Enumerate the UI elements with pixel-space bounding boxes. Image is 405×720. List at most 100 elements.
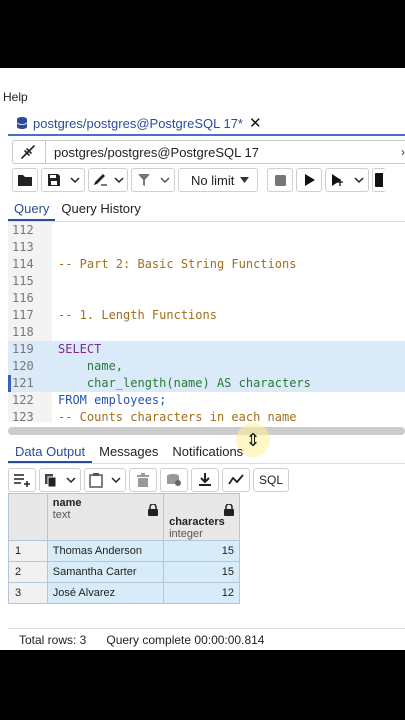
execute-button[interactable] [296, 168, 322, 192]
filter-button[interactable] [131, 168, 175, 192]
editor-line-selected: 120 name, [8, 358, 405, 375]
stop-button[interactable] [267, 168, 293, 192]
line-number: 117 [12, 308, 34, 322]
tab-notifications[interactable]: Notifications [165, 440, 250, 463]
paste-button[interactable] [84, 468, 126, 492]
code-text: name, [58, 359, 124, 373]
download-button[interactable] [191, 468, 219, 492]
sql-button[interactable]: SQL [253, 468, 290, 492]
cell-name[interactable]: José Alvarez [46, 582, 165, 604]
menu-help[interactable]: Help [0, 90, 28, 110]
connection-label: postgres/postgres@PostgreSQL 17 [54, 144, 259, 160]
cell-name[interactable]: Samantha Carter [46, 561, 165, 583]
chevron-right-icon: › [401, 145, 405, 159]
line-number: 113 [12, 240, 34, 254]
copy-button[interactable] [39, 468, 81, 492]
sql-editor[interactable]: 112 113 114 -- Part 2: Basic String Func… [8, 222, 405, 424]
chevron-down-icon [114, 177, 124, 184]
code-text: FROM employees; [58, 393, 167, 407]
total-rows-label: Total rows: 3 [19, 632, 87, 647]
pencil-icon [94, 174, 107, 186]
line-number: 121 [12, 375, 40, 392]
horizontal-scrollbar[interactable] [8, 427, 405, 435]
cell-characters[interactable]: 15 [163, 561, 240, 583]
line-number: 115 [12, 274, 34, 288]
open-file-button[interactable] [12, 168, 38, 192]
line-number: 118 [12, 325, 34, 339]
cell-characters[interactable]: 15 [163, 540, 240, 562]
code-text: char_length(name) AS characters [58, 376, 311, 390]
status-bar: Total rows: 3 Query complete 00:00:00.81… [8, 628, 405, 650]
tab-messages[interactable]: Messages [92, 440, 165, 463]
play-icon [304, 174, 315, 186]
connection-plug-icon [21, 145, 35, 159]
query-tab-bar: postgres/postgres@PostgreSQL 17* ✕ [8, 112, 405, 136]
chevron-down-icon [66, 477, 76, 484]
output-toolbar: SQL [8, 467, 405, 493]
editor-tabs: Query Query History [8, 198, 405, 222]
save-data-icon [167, 474, 181, 486]
delete-row-button[interactable] [129, 468, 157, 492]
cell-characters[interactable]: 12 [163, 582, 240, 604]
database-icon [16, 117, 28, 129]
download-icon [199, 473, 211, 486]
line-number: 112 [12, 223, 34, 237]
query-status-label: Query complete 00:00:00.814 [106, 632, 265, 647]
line-chart-icon [228, 474, 244, 485]
column-header-characters[interactable]: characters integer [163, 493, 240, 541]
row-number[interactable]: 3 [8, 582, 48, 604]
graph-visualiser-button[interactable] [222, 468, 250, 492]
lock-icon [148, 504, 159, 516]
editor-line-selected: 121 char_length(name) AS characters [8, 375, 405, 392]
caret-down-icon [240, 177, 249, 183]
row-limit-select[interactable]: No limit [178, 168, 258, 192]
grid-header-row: name text characters integer [8, 493, 240, 541]
save-icon [47, 174, 60, 186]
row-number[interactable]: 2 [8, 561, 48, 583]
tab-query-history[interactable]: Query History [55, 198, 146, 221]
add-row-button[interactable] [8, 468, 36, 492]
filter-icon [137, 174, 150, 186]
edit-button[interactable] [88, 168, 128, 192]
row-limit-value: No limit [191, 172, 235, 188]
save-file-button[interactable] [41, 168, 85, 192]
editor-line: 116 [8, 290, 405, 307]
close-tab-icon[interactable]: ✕ [249, 114, 262, 132]
add-row-icon [14, 474, 30, 487]
column-type: text [52, 509, 71, 521]
tab-query[interactable]: Query [8, 198, 56, 221]
result-grid: name text characters integer 1 Thomas An… [8, 493, 240, 604]
table-row[interactable]: 3 José Alvarez 12 [8, 582, 240, 604]
tab-data-output[interactable]: Data Output [8, 440, 93, 463]
save-data-button[interactable] [160, 468, 188, 492]
editor-line: 118 [8, 324, 405, 341]
editor-line: 123 -- Counts characters in each name [8, 409, 405, 426]
code-comment: -- Counts characters in each name [58, 410, 297, 424]
table-row[interactable]: 2 Samantha Carter 15 [8, 561, 240, 583]
editor-line: 113 [8, 239, 405, 256]
row-number-header [8, 493, 48, 541]
output-tabs: Data Output Messages Notifications [8, 440, 405, 464]
divider [45, 140, 46, 164]
editor-line: 114 -- Part 2: Basic String Functions [8, 256, 405, 273]
chevron-down-icon [69, 177, 80, 184]
cell-name[interactable]: Thomas Anderson [46, 540, 165, 562]
paste-icon [89, 472, 103, 488]
editor-line: 122 FROM employees; [8, 392, 405, 409]
line-number: 123 [12, 410, 34, 424]
line-number: 122 [12, 393, 34, 407]
row-number[interactable]: 1 [8, 540, 48, 562]
folder-icon [18, 175, 32, 186]
code-comment: -- 1. Length Functions [58, 308, 217, 322]
table-row[interactable]: 1 Thomas Anderson 15 [8, 540, 240, 562]
connection-selector[interactable]: postgres/postgres@PostgreSQL 17 › [12, 140, 405, 164]
query-tab-title[interactable]: postgres/postgres@PostgreSQL 17* [33, 116, 243, 131]
explain-analyze-button[interactable] [372, 168, 386, 192]
line-number: 119 [12, 341, 40, 358]
stop-icon [274, 174, 286, 186]
column-header-name[interactable]: name text [46, 493, 165, 541]
line-number: 116 [12, 291, 34, 305]
column-name: name [52, 497, 82, 509]
line-number: 120 [12, 358, 40, 375]
explain-button[interactable] [325, 168, 369, 192]
